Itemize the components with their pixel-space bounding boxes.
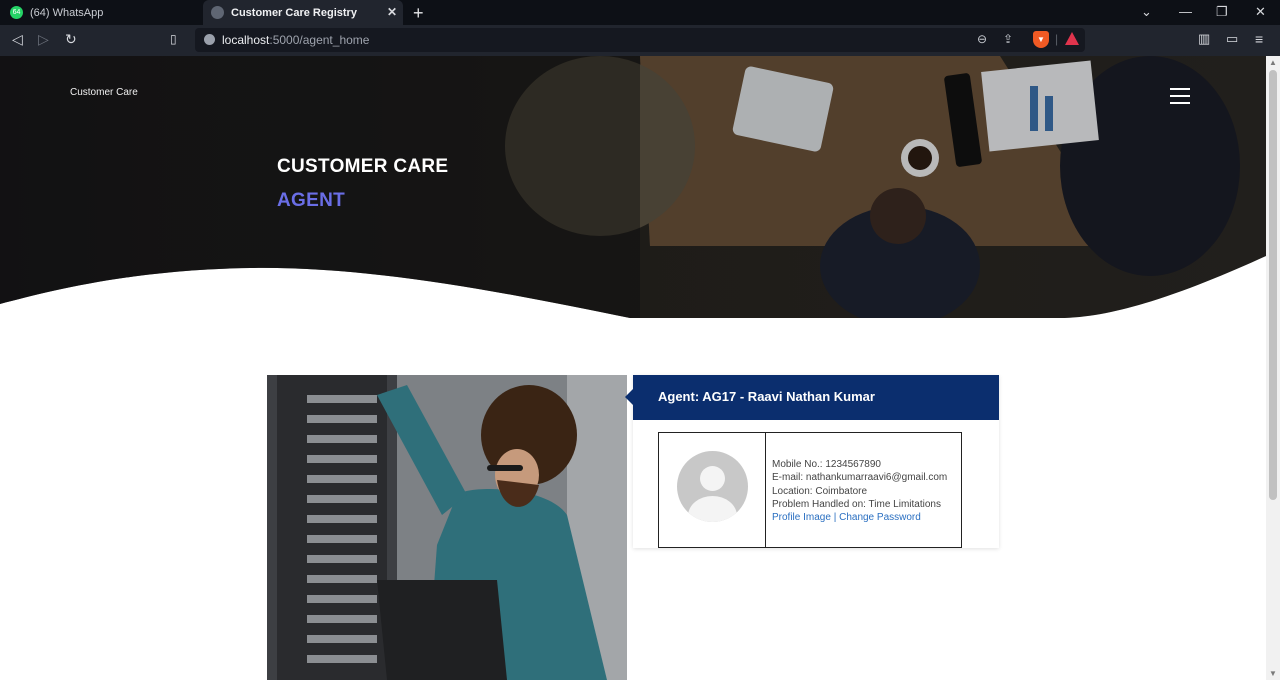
brave-shields-icon[interactable]: ▼ (1033, 31, 1049, 48)
site-info-icon[interactable] (204, 34, 215, 45)
menu-icon[interactable]: ≡ (1255, 31, 1263, 47)
page-viewport: Customer Care CUSTOMER CARE AGENT Agent:… (0, 56, 1266, 680)
agent-card: Agent: AG17 - Raavi Nathan Kumar Mobile … (625, 375, 999, 548)
tab-label: Customer Care Registry (231, 6, 357, 19)
page-title: CUSTOMER CARE (277, 156, 449, 177)
minimize-button[interactable]: — (1179, 4, 1192, 19)
avatar (677, 451, 748, 522)
browser-tab-bar: 64 (64) WhatsApp Customer Care Registry … (0, 0, 1280, 25)
whatsapp-icon: 64 (10, 6, 23, 19)
browser-toolbar: ◁ ▷ ↻ ▯ localhost:5000/agent_home ⊖ ⇪ ▼ … (0, 25, 1280, 56)
hero-background-photo (0, 56, 1266, 318)
technician-photo (267, 375, 627, 680)
forward-icon[interactable]: ▷ (38, 31, 49, 48)
hero-banner: Customer Care CUSTOMER CARE AGENT (0, 56, 1266, 318)
hamburger-menu-icon[interactable] (1170, 88, 1190, 105)
globe-icon (211, 6, 224, 19)
wallet-icon[interactable]: ▭ (1226, 31, 1238, 47)
tab-customer-care-registry[interactable]: Customer Care Registry ✕ (203, 0, 403, 25)
address-bar[interactable]: localhost:5000/agent_home ⊖ ⇪ ▼ | (195, 28, 1085, 52)
tab-whatsapp[interactable]: 64 (64) WhatsApp (0, 0, 200, 25)
toolbar-divider: | (1055, 32, 1059, 46)
share-icon[interactable]: ⇪ (1003, 32, 1013, 46)
zoom-icon[interactable]: ⊖ (977, 32, 987, 46)
profile-image-link[interactable]: Profile Image (772, 512, 831, 523)
tab-list-chevron-icon[interactable]: ⌄ (1141, 4, 1152, 20)
new-tab-button[interactable]: + (413, 3, 424, 24)
tab-label: (64) WhatsApp (30, 6, 104, 19)
link-separator: | (833, 512, 837, 524)
brave-rewards-icon[interactable] (1065, 32, 1079, 45)
url-text: localhost:5000/agent_home (222, 33, 370, 47)
maximize-button[interactable]: ❐ (1216, 4, 1228, 20)
brand-link[interactable]: Customer Care (70, 87, 138, 98)
change-password-link[interactable]: Change Password (839, 512, 921, 523)
close-tab-icon[interactable]: ✕ (387, 5, 397, 19)
info-divider (765, 433, 766, 547)
page-scrollbar[interactable]: ▲ ▼ (1266, 56, 1280, 680)
bookmark-icon[interactable]: ▯ (170, 32, 177, 46)
close-window-button[interactable]: ✕ (1255, 4, 1266, 20)
agent-problem-handled: Problem Handled on: Time Limitations (772, 498, 941, 510)
scrollbar-thumb[interactable] (1269, 70, 1277, 500)
agent-location: Location: Coimbatore (772, 485, 868, 497)
reload-icon[interactable]: ↻ (65, 31, 77, 48)
agent-details: Mobile No.: 1234567890 E-mail: nathankum… (772, 458, 947, 524)
page-subtitle: AGENT (277, 190, 345, 211)
agent-email: E-mail: nathankumarraavi6@gmail.com (772, 472, 948, 484)
agent-info-box: Mobile No.: 1234567890 E-mail: nathankum… (658, 432, 962, 548)
agent-heading: Agent: AG17 - Raavi Nathan Kumar (658, 389, 875, 404)
back-icon[interactable]: ◁ (12, 31, 23, 48)
agent-mobile: Mobile No.: 1234567890 (772, 459, 881, 470)
scroll-down-icon[interactable]: ▼ (1269, 669, 1277, 678)
sidebar-icon[interactable]: ▥ (1198, 31, 1210, 47)
agent-card-header: Agent: AG17 - Raavi Nathan Kumar (625, 375, 999, 420)
scroll-up-icon[interactable]: ▲ (1269, 58, 1277, 67)
